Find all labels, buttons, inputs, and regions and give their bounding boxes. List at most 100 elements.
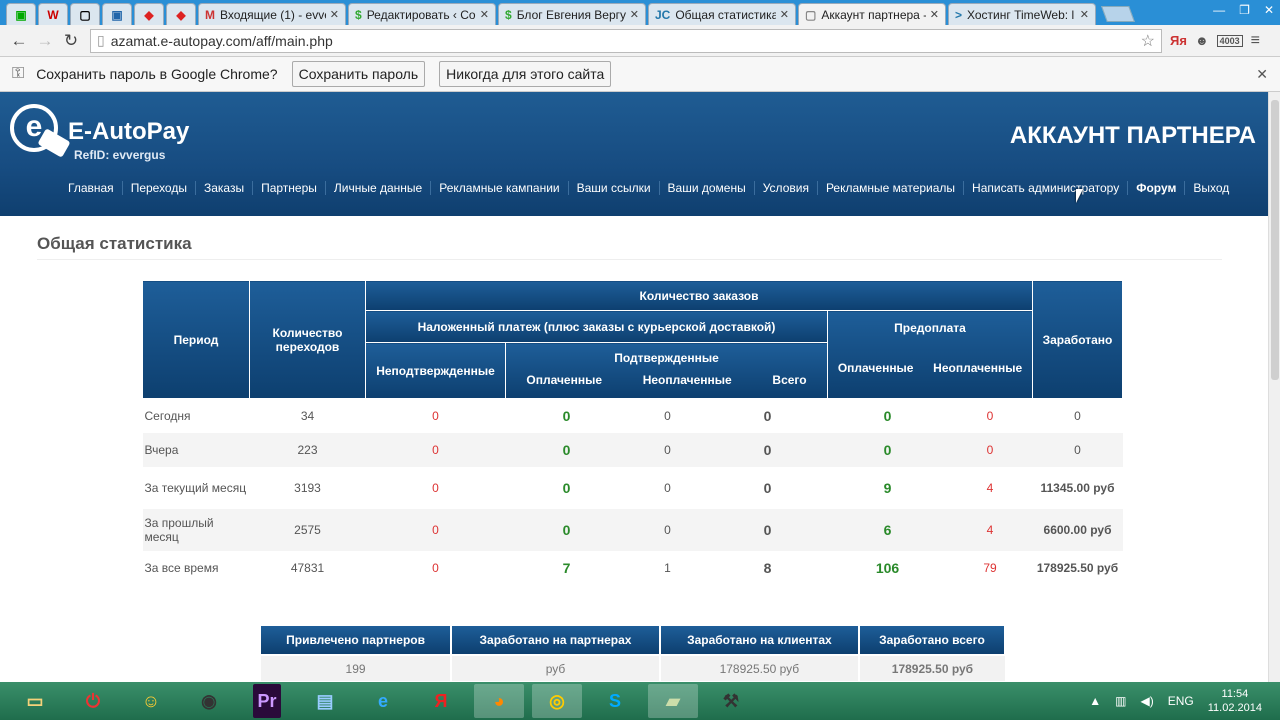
pinned-tab[interactable]: ◆ — [166, 3, 196, 25]
reload-icon[interactable]: ↻ — [58, 31, 84, 51]
close-tab-icon[interactable]: ✕ — [330, 8, 339, 21]
cell-paid: 0 — [562, 479, 571, 496]
nav-partners[interactable]: Партнеры — [252, 181, 325, 195]
pinned-tab[interactable]: W — [38, 3, 68, 25]
tab-title: Входящие (1) - evve — [220, 7, 326, 22]
cell-total: 0 — [763, 479, 772, 496]
nav-campaigns[interactable]: Рекламные кампании — [430, 181, 567, 195]
system-tray: ▲ ▥ ◀) ENG 11:54 11.02.2014 — [1089, 687, 1280, 715]
cell-unpaid: 0 — [664, 480, 671, 495]
tab-favicon: W — [47, 7, 59, 22]
close-tab-icon[interactable]: ✕ — [1080, 8, 1089, 21]
speaker-app-icon[interactable]: ◉ — [184, 684, 234, 718]
tool-icon[interactable]: ⚒ — [706, 684, 756, 718]
nav-terms[interactable]: Условия — [753, 181, 817, 195]
pinned-tab[interactable]: ▣ — [102, 3, 132, 25]
cell-prepay-paid: 6 — [827, 508, 948, 551]
close-tab-icon[interactable]: ✕ — [480, 8, 489, 21]
cell-unconfirmed: 0 — [432, 480, 439, 495]
scrollbar-thumb[interactable] — [1271, 100, 1279, 380]
cell-prepay-unpaid: 0 — [947, 432, 1033, 467]
control-panel-icon[interactable]: ▤ — [300, 684, 350, 718]
eautopay-logo[interactable]: e — [10, 104, 71, 160]
file-explorer-icon[interactable]: ▭ — [10, 684, 60, 718]
ext-counter-badge[interactable]: 4003 — [1216, 34, 1243, 47]
tab-title: Аккаунт партнера - — [821, 7, 926, 22]
minimize-icon[interactable]: — — [1213, 3, 1225, 17]
chrome-icon[interactable]: ◎ — [532, 684, 582, 718]
browser-tab[interactable]: $ Редактировать ‹ Со ✕ — [348, 3, 496, 25]
gmail-icon: M — [205, 7, 215, 22]
cell-earned: 178925.50 руб — [1036, 560, 1119, 575]
forward-arrow-icon[interactable]: → — [32, 31, 58, 51]
nav-contact-admin[interactable]: Написать администратору — [963, 181, 1127, 195]
ref-id: RefID: evvergus — [74, 148, 166, 162]
browser-tab[interactable]: JC Общая статистика ✕ — [648, 3, 796, 25]
address-bar[interactable]: ▯ azamat.e-autopay.com/aff/main.php ☆ — [90, 28, 1162, 53]
browser-tab[interactable]: $ Блог Евгения Вергу ✕ — [498, 3, 646, 25]
infobar-text: Сохранить пароль в Google Chrome? — [36, 66, 278, 82]
page-icon: ▯ — [97, 32, 105, 48]
cell-clicks: 47831 — [290, 560, 325, 575]
notes-icon[interactable]: ▰ — [648, 684, 698, 718]
browser-tab[interactable]: > Хостинг TimeWeb: l ✕ — [948, 3, 1096, 25]
cell-total: 0 — [763, 407, 772, 424]
tab-favicon: ▢ — [79, 7, 91, 22]
key-icon: ⚿ — [12, 65, 25, 82]
close-window-icon[interactable]: ✕ — [1264, 3, 1274, 17]
nav-links[interactable]: Ваши ссылки — [567, 181, 659, 195]
yandex-icon[interactable]: Яя — [1170, 33, 1187, 48]
power-icon[interactable]: ⏻ — [68, 684, 118, 718]
language-indicator[interactable]: ENG — [1168, 694, 1194, 708]
cell-prepay-paid: 0 — [883, 407, 892, 424]
pinned-tab[interactable]: ◆ — [134, 3, 164, 25]
premiere-icon[interactable]: Pr — [253, 684, 281, 718]
nav-logout[interactable]: Выход — [1184, 181, 1237, 195]
yandex-browser-icon[interactable]: Я — [416, 684, 466, 718]
nav-home[interactable]: Главная — [60, 181, 122, 195]
clock-time: 11:54 — [1221, 688, 1249, 700]
close-tab-icon[interactable]: ✕ — [780, 8, 789, 21]
never-save-button[interactable]: Никогда для этого сайта — [439, 61, 612, 87]
col-header-cod: Наложенный платеж (плюс заказы с курьерс… — [365, 310, 828, 343]
browser-tab[interactable]: M Входящие (1) - evve ✕ — [198, 3, 346, 25]
tray-arrow-icon[interactable]: ▲ — [1089, 694, 1101, 708]
browser-tab-active[interactable]: ▢ Аккаунт партнера - ✕ — [798, 3, 946, 25]
volume-icon[interactable]: ◀) — [1141, 694, 1154, 708]
network-icon[interactable]: ▥ — [1115, 694, 1126, 708]
cell-paid: 0 — [505, 432, 628, 467]
tab-favicon: ◆ — [144, 7, 154, 22]
new-tab-button[interactable] — [1101, 6, 1135, 22]
cell-total: 8 — [763, 559, 772, 576]
pinned-tab[interactable]: ▢ — [70, 3, 100, 25]
clock[interactable]: 11:54 11.02.2014 — [1208, 687, 1262, 715]
bookmark-star-icon[interactable]: ☆ — [1141, 31, 1155, 51]
nav-promo-materials[interactable]: Рекламные материалы — [816, 181, 963, 195]
cell-earned: 0 — [1032, 432, 1123, 467]
pinned-tab[interactable]: ▣ — [6, 3, 36, 25]
confirmed-paid-label: Оплаченные — [526, 373, 602, 387]
close-tab-icon[interactable]: ✕ — [630, 8, 639, 21]
table-row: За текущий месяц 3193 0 0 0 0 9 4 11345.… — [143, 467, 1123, 509]
back-arrow-icon[interactable]: ← — [6, 31, 32, 51]
ext-user-icon[interactable]: ☻ — [1195, 33, 1209, 48]
col-header-confirmed: Подтвержденные Оплаченные Неоплаченные В… — [505, 342, 828, 399]
close-tab-icon[interactable]: ✕ — [930, 8, 939, 21]
nav-personal-data[interactable]: Личные данные — [324, 181, 430, 195]
clock-date: 11.02.2014 — [1207, 702, 1262, 714]
menu-icon[interactable]: ≡ — [1251, 32, 1260, 50]
cell-prepay-unpaid: 0 — [986, 408, 994, 423]
nav-clicks[interactable]: Переходы — [121, 181, 195, 195]
nav-domains[interactable]: Ваши домены — [658, 181, 754, 195]
nav-forum[interactable]: Форум — [1127, 181, 1184, 195]
firefox-icon[interactable]: ◕ — [474, 684, 524, 718]
nav-orders[interactable]: Заказы — [194, 181, 252, 195]
maximize-icon[interactable]: ❐ — [1239, 3, 1250, 17]
skype-icon[interactable]: S — [590, 684, 640, 718]
save-password-button[interactable]: Сохранить пароль — [291, 61, 426, 87]
internet-explorer-icon[interactable]: e — [358, 684, 408, 718]
close-infobar-icon[interactable]: ✕ — [1256, 66, 1268, 83]
app-icon[interactable]: ☺ — [126, 684, 176, 718]
page-scrollbar[interactable] — [1268, 92, 1280, 682]
brand-name[interactable]: E-AutoPay — [68, 118, 189, 146]
